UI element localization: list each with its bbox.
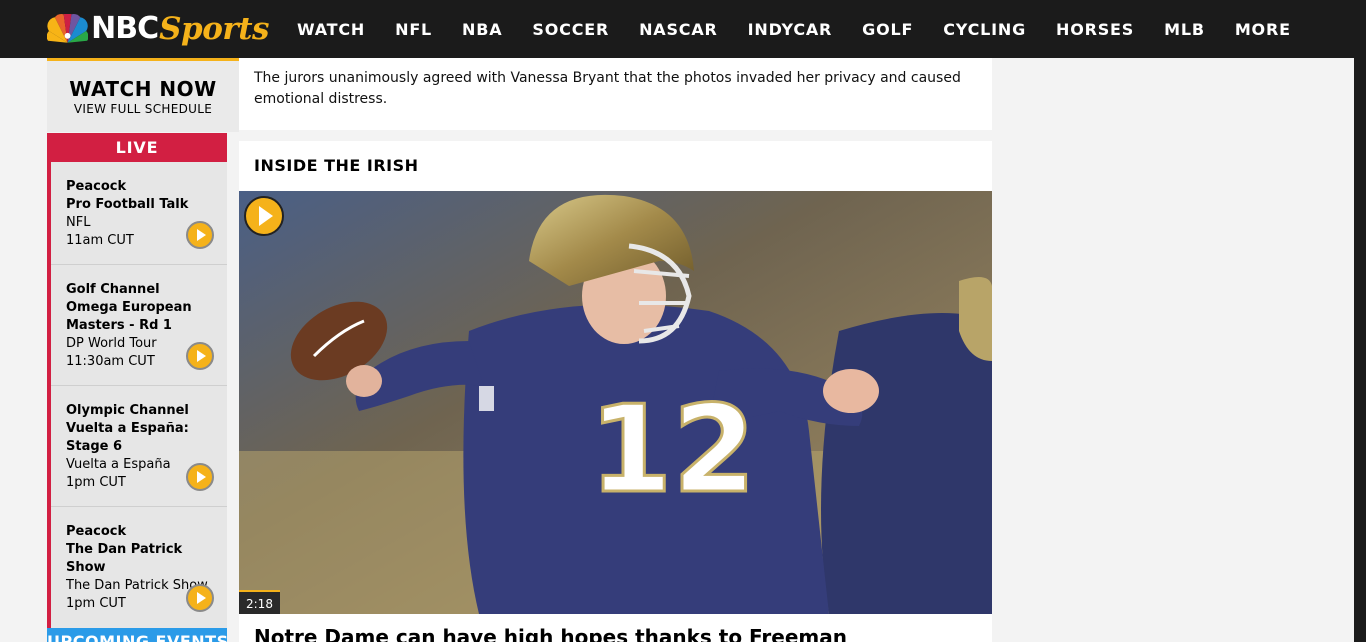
- logo-nbc-text: NBC: [91, 11, 159, 46]
- nav-horses[interactable]: HORSES: [1041, 20, 1149, 39]
- live-item-show: Vuelta a España: Stage 6: [66, 421, 189, 454]
- live-item-network: Peacock: [66, 524, 127, 539]
- live-item[interactable]: Olympic Channel Vuelta a España: Stage 6…: [51, 386, 227, 507]
- play-icon[interactable]: [244, 196, 284, 236]
- nav-mlb[interactable]: MLB: [1149, 20, 1220, 39]
- nav-watch[interactable]: WATCH: [282, 20, 380, 39]
- live-item[interactable]: Peacock Pro Football Talk NFL 11am CUT: [51, 162, 227, 265]
- video-thumbnail[interactable]: 12 2:18: [239, 191, 992, 614]
- live-item-show: Pro Football Talk: [66, 197, 189, 212]
- football-player-image: 12: [239, 191, 992, 614]
- nav-cycling[interactable]: CYCLING: [928, 20, 1041, 39]
- nav-soccer[interactable]: SOCCER: [517, 20, 624, 39]
- live-item[interactable]: Golf Channel Omega European Masters - Rd…: [51, 265, 227, 386]
- nav-nba[interactable]: NBA: [447, 20, 517, 39]
- live-item[interactable]: Peacock The Dan Patrick Show The Dan Pat…: [51, 507, 227, 628]
- ad-column: [992, 58, 1354, 642]
- main-nav: WATCH NFL NBA SOCCER NASCAR INDYCAR GOLF…: [282, 0, 1306, 58]
- nav-golf[interactable]: GOLF: [847, 20, 928, 39]
- logo-sports-text: Sports: [159, 10, 269, 47]
- watch-now-panel[interactable]: WATCH NOW VIEW FULL SCHEDULE: [47, 58, 239, 132]
- nav-nfl[interactable]: NFL: [380, 20, 447, 39]
- view-full-schedule-link[interactable]: VIEW FULL SCHEDULE: [47, 102, 239, 116]
- live-item-network: Golf Channel: [66, 282, 160, 297]
- play-icon[interactable]: [186, 463, 214, 491]
- nbc-sports-logo[interactable]: NBC Sports: [47, 10, 269, 48]
- live-list: Peacock Pro Football Talk NFL 11am CUT G…: [47, 162, 227, 628]
- scrollbar[interactable]: [1354, 58, 1366, 642]
- live-item-show: Omega European Masters - Rd 1: [66, 300, 192, 333]
- nav-nascar[interactable]: NASCAR: [624, 20, 733, 39]
- section-heading: INSIDE THE IRISH: [254, 156, 419, 175]
- peacock-icon: [47, 14, 89, 43]
- svg-text:12: 12: [589, 381, 756, 520]
- live-item-show: The Dan Patrick Show: [66, 542, 183, 575]
- watch-now-title: WATCH NOW: [69, 77, 217, 101]
- play-icon[interactable]: [186, 584, 214, 612]
- play-icon[interactable]: [186, 221, 214, 249]
- video-duration: 2:18: [239, 590, 280, 614]
- nav-indycar[interactable]: INDYCAR: [733, 20, 848, 39]
- teaser-text: The jurors unanimously agreed with Vanes…: [254, 70, 961, 107]
- top-nav: NBC Sports WATCH NFL NBA SOCCER NASCAR I…: [0, 0, 1366, 58]
- nav-more[interactable]: MORE: [1220, 20, 1306, 39]
- play-icon[interactable]: [186, 342, 214, 370]
- live-item-network: Peacock: [66, 179, 127, 194]
- video-title[interactable]: Notre Dame can have high hopes thanks to…: [254, 625, 847, 642]
- article-teaser[interactable]: The jurors unanimously agreed with Vanes…: [239, 58, 992, 130]
- live-header: LIVE: [47, 133, 227, 162]
- upcoming-events-header[interactable]: UPCOMING EVENTS: [47, 628, 227, 642]
- live-item-network: Olympic Channel: [66, 403, 189, 418]
- video-card[interactable]: INSIDE THE IRISH 12 2:18 Notre Dame can …: [239, 141, 992, 642]
